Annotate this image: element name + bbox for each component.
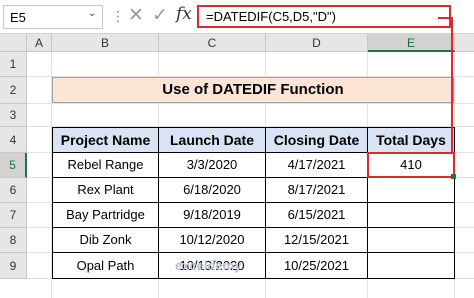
selected-cell-outline (367, 152, 455, 178)
header-project-name[interactable]: Project Name (52, 127, 159, 153)
table-cell[interactable]: Rebel Range (52, 152, 159, 178)
formula-input[interactable]: =DATEDIF(C5,D5,"D") (197, 5, 451, 28)
table-cell[interactable]: 6/15/2021 (265, 202, 368, 228)
table-cell[interactable]: Dib Zonk (52, 227, 159, 253)
table-cell[interactable]: 4/17/2021 (265, 152, 368, 178)
fill-handle[interactable] (451, 174, 456, 179)
row-header-1[interactable]: 1 (0, 52, 27, 77)
row-header-7[interactable]: 7 (0, 203, 27, 228)
select-all-corner[interactable] (0, 34, 27, 52)
table-cell[interactable]: 8/17/2021 (265, 177, 368, 203)
header-total-days[interactable]: Total Days (367, 127, 455, 153)
column-header-b[interactable]: B (52, 34, 159, 52)
column-header-f[interactable] (455, 34, 474, 52)
row-header-8[interactable]: 8 (0, 228, 27, 253)
table-cell[interactable]: 3/3/2020 (158, 152, 266, 178)
gridline (27, 103, 474, 104)
row-header-4[interactable]: 4 (0, 127, 27, 153)
table-cell[interactable]: 10/25/2021 (265, 252, 368, 279)
table-cell[interactable] (367, 177, 455, 203)
row-header-9[interactable]: 9 (0, 253, 27, 279)
header-launch-date[interactable]: Launch Date (158, 127, 266, 153)
row-header-3[interactable]: 3 (0, 104, 27, 127)
chevron-down-icon[interactable]: ⌄ (88, 8, 96, 19)
more-options-icon[interactable]: ⋮ (111, 8, 125, 24)
sheet-title[interactable]: Use of DATEDIF Function (52, 77, 454, 103)
column-header-e[interactable]: E (368, 34, 455, 52)
table-cell[interactable]: 12/15/2021 (265, 227, 368, 253)
column-header-d[interactable]: D (266, 34, 368, 52)
table-cell[interactable]: Opal Path (52, 252, 159, 279)
table-cell[interactable] (367, 202, 455, 228)
table-cell[interactable]: Bay Partridge (52, 202, 159, 228)
row-header-5[interactable]: 5 (0, 153, 27, 178)
watermark-logo: exceldemy (175, 258, 242, 273)
enter-icon[interactable]: ✓ (152, 4, 168, 27)
table-cell[interactable]: 6/18/2020 (158, 177, 266, 203)
table-cell[interactable]: 9/18/2019 (158, 202, 266, 228)
table-cell[interactable] (367, 227, 455, 253)
annotation-arrow (451, 19, 453, 153)
cancel-icon[interactable]: ✕ (128, 4, 144, 27)
header-closing-date[interactable]: Closing Date (265, 127, 368, 153)
table-cell[interactable]: 10/12/2020 (158, 227, 266, 253)
row-header-6[interactable]: 6 (0, 178, 27, 203)
insert-function-icon[interactable]: fx (176, 4, 192, 24)
table-cell[interactable]: Rex Plant (52, 177, 159, 203)
column-header-a[interactable]: A (27, 34, 52, 52)
column-header-c[interactable]: C (159, 34, 266, 52)
row-header-2[interactable]: 2 (0, 77, 27, 104)
table-cell[interactable] (367, 252, 455, 279)
